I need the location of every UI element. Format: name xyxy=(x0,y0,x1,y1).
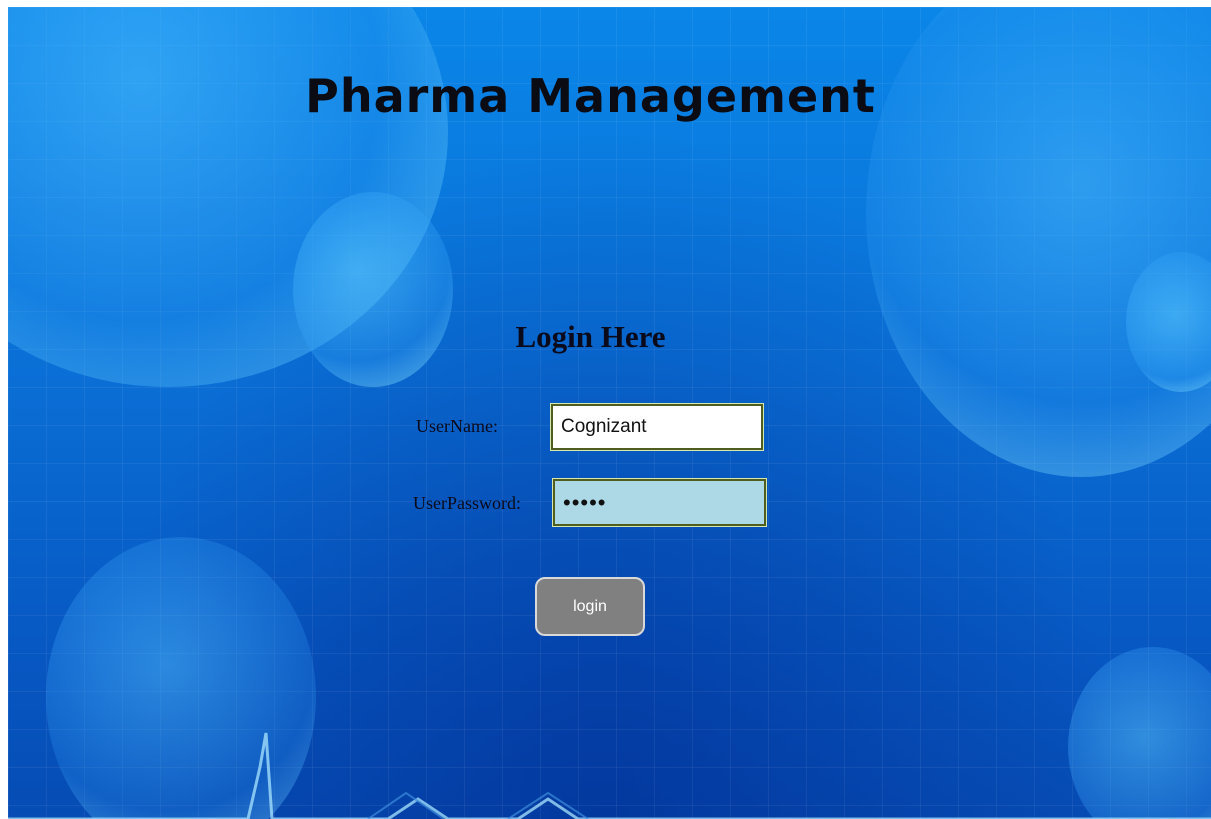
password-label: UserPassword: xyxy=(413,493,521,513)
login-button[interactable]: login xyxy=(535,577,645,636)
login-heading: Login Here xyxy=(515,319,666,354)
app-title: Pharma Management xyxy=(305,69,876,123)
password-input[interactable] xyxy=(553,479,766,526)
background-bubble xyxy=(293,192,453,387)
login-page: Pharma Management Login Here UserName: U… xyxy=(8,7,1211,819)
username-input[interactable] xyxy=(551,404,763,450)
username-label: UserName: xyxy=(416,416,498,436)
heartbeat-line-graphic xyxy=(8,732,1211,819)
